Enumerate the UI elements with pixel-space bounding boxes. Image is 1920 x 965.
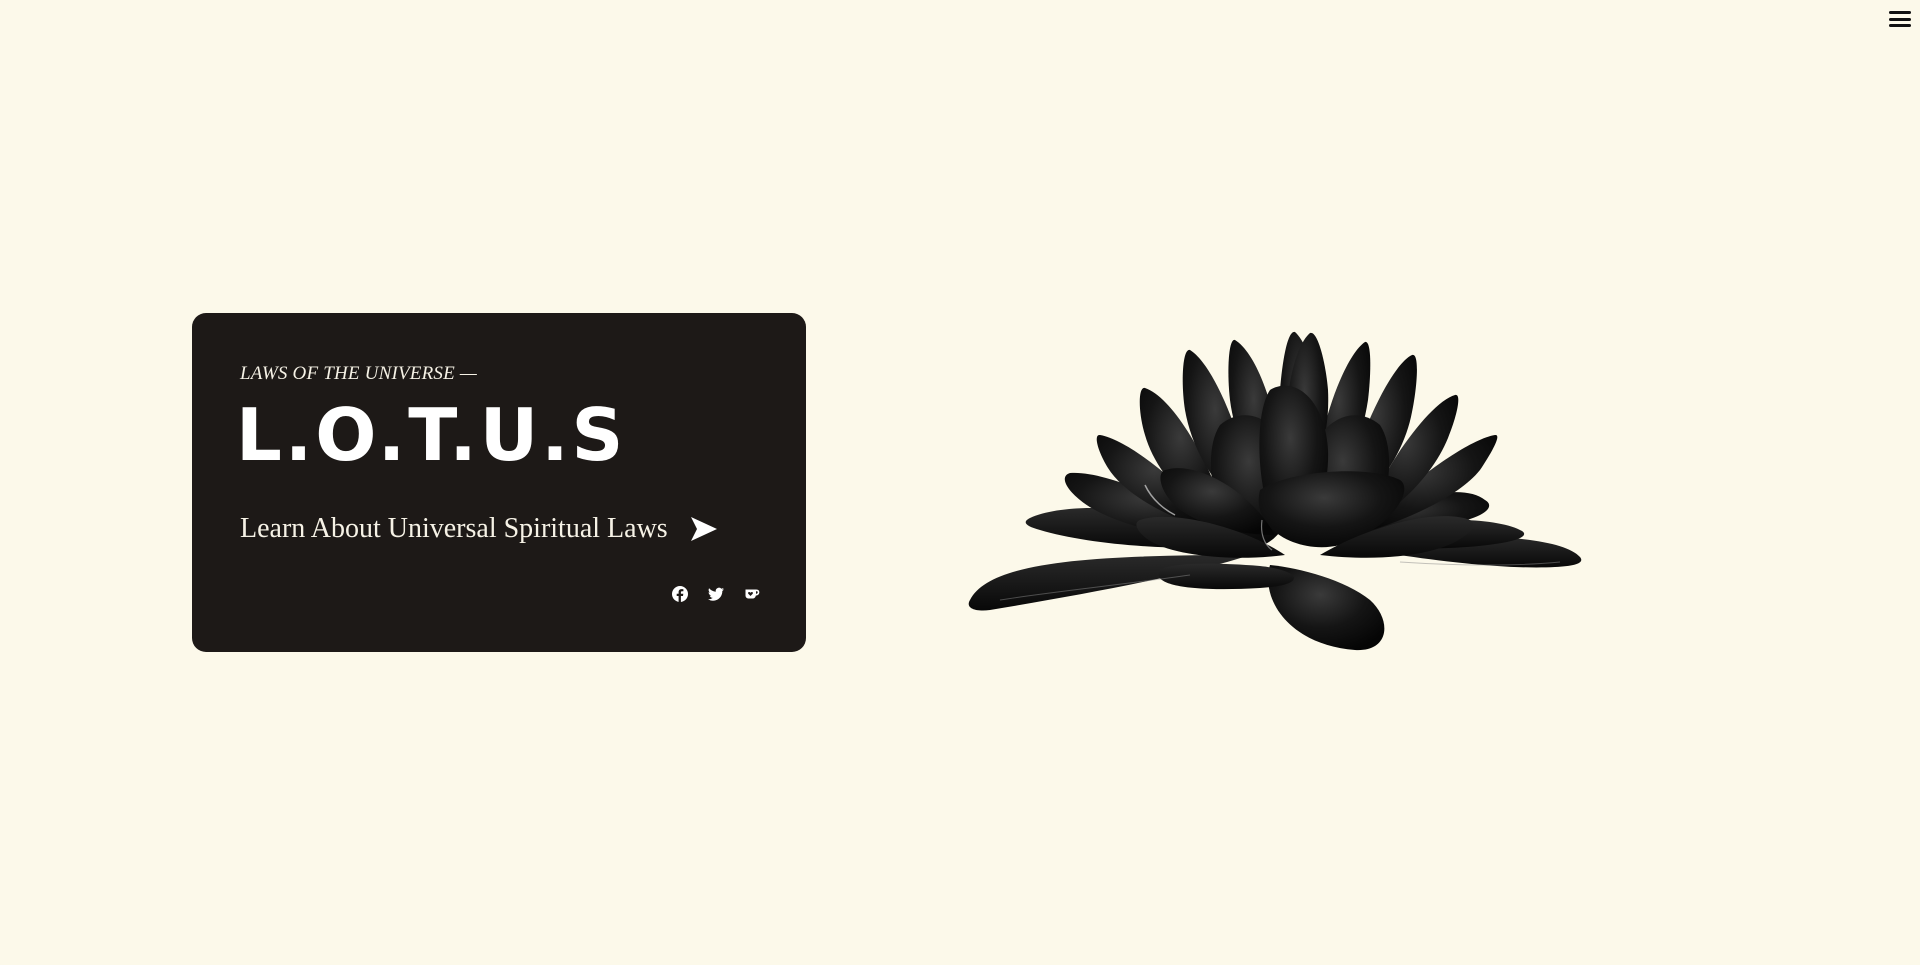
- menu-line: [1889, 24, 1911, 27]
- learn-more-link[interactable]: Learn About Universal Spiritual Laws: [240, 513, 718, 545]
- hamburger-menu-icon[interactable]: [1889, 9, 1911, 29]
- landing-page: LAWS OF THE UNIVERSE — L.O.T.U.S Learn A…: [0, 0, 1920, 965]
- menu-line: [1889, 11, 1911, 14]
- hero-title: L.O.T.U.S: [236, 393, 627, 477]
- facebook-icon[interactable]: [672, 586, 688, 602]
- kofi-cup-icon[interactable]: [744, 586, 760, 602]
- social-links: [672, 586, 760, 602]
- twitter-icon[interactable]: [708, 586, 724, 602]
- lotus-flower-illustration: [968, 331, 1582, 651]
- learn-more-label: Learn About Universal Spiritual Laws: [240, 513, 668, 544]
- hero-eyebrow: LAWS OF THE UNIVERSE —: [240, 363, 477, 384]
- arrow-right-icon[interactable]: [690, 516, 718, 542]
- menu-line: [1889, 17, 1911, 21]
- hero-card: LAWS OF THE UNIVERSE — L.O.T.U.S Learn A…: [192, 313, 806, 652]
